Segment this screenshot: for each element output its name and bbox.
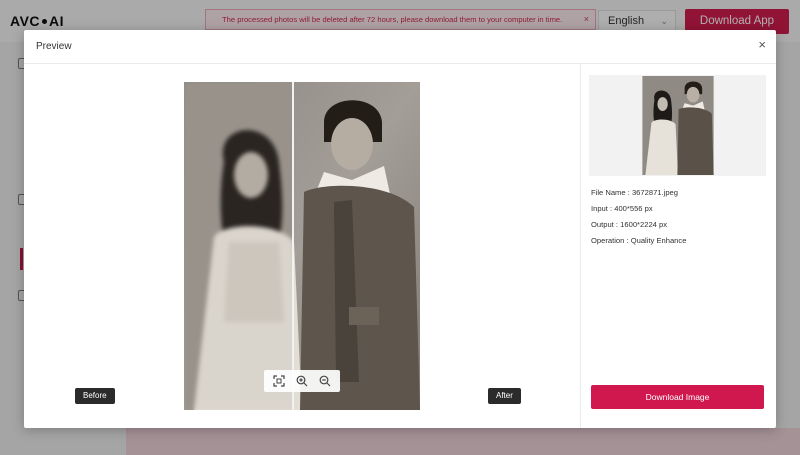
close-icon[interactable]: × bbox=[758, 38, 766, 52]
preview-modal: Preview × Before After File Name: 36728… bbox=[24, 30, 776, 428]
input-size-row: Input : 400*556 px bbox=[591, 204, 653, 213]
fit-screen-icon[interactable] bbox=[270, 372, 288, 390]
compare-slider-handle[interactable] bbox=[292, 82, 294, 410]
file-name-value: 3672871.jpeg bbox=[631, 188, 678, 197]
zoom-toolbar bbox=[264, 370, 340, 392]
zoom-in-icon[interactable] bbox=[293, 372, 311, 390]
modal-title: Preview bbox=[36, 41, 72, 52]
result-thumbnail bbox=[642, 76, 714, 175]
input-value: 400*556 px bbox=[614, 204, 653, 213]
operation-value: Quality Enhance bbox=[630, 236, 687, 245]
operation-label: Operation : bbox=[591, 236, 629, 245]
panel-divider bbox=[580, 64, 581, 428]
thumbnail-frame bbox=[589, 75, 766, 176]
modal-header: Preview × bbox=[24, 30, 776, 64]
file-name-row: File Name : 3672871.jpeg bbox=[591, 188, 678, 197]
operation-row: Operation : Quality Enhance bbox=[591, 236, 686, 245]
file-name-label: File Name : bbox=[591, 188, 630, 197]
before-photo bbox=[184, 82, 292, 410]
input-label: Input : bbox=[591, 204, 613, 213]
output-size-row: Output : 1600*2224 px bbox=[591, 220, 667, 229]
zoom-out-icon[interactable] bbox=[316, 372, 334, 390]
after-label: After bbox=[488, 388, 521, 404]
output-label: Output : bbox=[591, 220, 619, 229]
before-after-compare[interactable] bbox=[184, 82, 420, 410]
output-value: 1600*2224 px bbox=[620, 220, 668, 229]
before-label: Before bbox=[75, 388, 115, 404]
download-image-button[interactable]: Download Image bbox=[591, 385, 764, 409]
